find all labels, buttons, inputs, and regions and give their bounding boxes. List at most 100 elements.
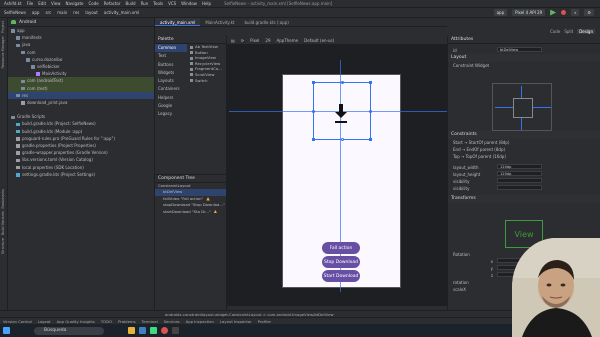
attribute-value-field[interactable] [497, 178, 542, 183]
breadcrumb-1[interactable]: app [32, 10, 40, 15]
file-explorer-icon[interactable] [128, 327, 135, 334]
project-tree-item[interactable]: Gradle Scripts [8, 113, 154, 120]
device-preview-select[interactable]: Pixel [250, 38, 259, 43]
bottom-tool-button[interactable]: App Quality Insights [57, 319, 95, 324]
palette-category[interactable]: Google [155, 102, 187, 110]
transforms-section[interactable]: Transforms [448, 195, 600, 203]
warning-icon[interactable] [206, 197, 210, 201]
resize-handle[interactable] [369, 138, 372, 141]
project-tree-item[interactable] [8, 106, 154, 113]
android-studio-icon[interactable] [150, 327, 157, 334]
project-view-select[interactable]: Android [19, 20, 36, 25]
project-tree-item[interactable]: MainActivity [8, 70, 154, 77]
terminal-icon[interactable] [172, 327, 179, 334]
menu-help[interactable]: Help [202, 1, 211, 6]
run-icon[interactable] [550, 9, 557, 16]
breadcrumb-2[interactable]: src [45, 10, 51, 15]
attribute-value-field[interactable]: 120dp [497, 171, 542, 176]
windows-start-icon[interactable] [3, 327, 10, 334]
palette-category[interactable]: Common [155, 44, 187, 53]
tab-activity-main[interactable]: activity_main.xml [155, 18, 201, 26]
menu-file[interactable]: File [27, 1, 34, 6]
palette-category[interactable]: Widgets [155, 69, 187, 77]
resize-handle[interactable] [369, 81, 372, 84]
settings-icon[interactable]: ⚙ [584, 9, 594, 16]
tool-tab-bookmarks[interactable]: Bookmarks [1, 189, 5, 209]
project-tree-item[interactable]: download_print.java [8, 99, 154, 106]
menu-vcs[interactable]: VCS [168, 1, 176, 6]
bottom-tool-button[interactable]: Version Control [3, 319, 32, 324]
api-select[interactable]: 29 [265, 38, 270, 43]
menu-view[interactable]: View [51, 1, 61, 6]
bottom-tool-button[interactable]: Logcat [38, 319, 51, 324]
palette-category[interactable]: Buttons [155, 61, 187, 69]
layers-icon[interactable]: ▤ [231, 38, 235, 43]
palette-category[interactable]: Text [155, 52, 187, 60]
split-view-button[interactable]: Split [564, 29, 573, 34]
start-download-button[interactable]: Start Download [322, 270, 360, 282]
constraint-end[interactable]: End → EndOf parent (8dp) [448, 146, 600, 153]
attribute-value-field[interactable]: 120dp [497, 164, 542, 169]
tool-tab-build-variants[interactable]: Build Variants [1, 211, 5, 235]
project-tree-item[interactable]: local.properties (SDK Location) [8, 164, 154, 171]
theme-select[interactable]: AppTheme [277, 38, 299, 43]
constraint-anchor[interactable] [312, 110, 315, 113]
project-tree-item[interactable]: curso.dozonibo [8, 56, 154, 63]
tab-main-activity[interactable]: MainActivity.kt [200, 18, 239, 26]
project-tree-item[interactable]: build.gradle.kts (Module :app) [8, 128, 154, 135]
design-view-button[interactable]: Design [577, 29, 595, 34]
tab-build-gradle[interactable]: build.gradle.kts (:app) [239, 18, 293, 26]
palette-category[interactable]: Helpers [155, 94, 187, 102]
orientation-icon[interactable]: ⟳ [241, 38, 244, 43]
menu-edit[interactable]: Edit [38, 1, 46, 6]
resize-handle[interactable] [312, 138, 315, 141]
tool-tab-resource-manager[interactable]: Resource Manager [1, 36, 5, 69]
breadcrumb-3[interactable]: main [57, 10, 67, 15]
bottom-tool-button[interactable]: TODO [101, 319, 112, 324]
warning-icon[interactable] [213, 209, 218, 214]
module-select[interactable]: app [493, 9, 508, 16]
project-tree-item[interactable]: res [8, 91, 154, 99]
id-field[interactable]: btDelView [497, 47, 542, 52]
menu-code[interactable]: Code [88, 1, 98, 6]
palette-item[interactable]: Switch [188, 78, 227, 84]
constraint-widget[interactable] [492, 83, 552, 131]
project-tree-item[interactable]: selfiebicker [8, 63, 154, 70]
breadcrumb-4[interactable]: res [73, 10, 79, 15]
debug-icon[interactable] [561, 10, 567, 15]
breadcrumb-6[interactable]: activity_main.xml [104, 10, 139, 15]
palette-category[interactable]: Containers [155, 85, 187, 93]
browser-icon[interactable] [139, 327, 146, 334]
project-tree-item[interactable]: build.gradle.kts (Project: SelfieNews) [8, 120, 154, 127]
fall-action-button[interactable]: Fall action [322, 242, 360, 254]
app-label[interactable]: Ashifd.kt [4, 1, 22, 6]
menu-run[interactable]: Run [141, 1, 149, 6]
project-tree-item[interactable]: java [8, 41, 154, 48]
locale-select[interactable]: Default (en-us) [304, 38, 334, 43]
code-view-button[interactable]: Code [550, 29, 560, 34]
tool-tab-project[interactable]: Project [1, 21, 5, 33]
device-select[interactable]: Pixel 4 API 29 [512, 9, 546, 16]
breadcrumb-5[interactable]: layout [85, 10, 97, 15]
bottom-tool-button[interactable]: Services [164, 319, 180, 324]
project-tree-item[interactable]: com (androidTest) [8, 77, 154, 85]
constraint-anchor[interactable] [369, 110, 372, 113]
taskbar-search-input[interactable]: Búsqueda [34, 326, 104, 335]
bottom-tool-button[interactable]: Terminal [142, 319, 158, 324]
project-tree-item[interactable]: proguard-rules.pro (ProGuard Rules for "… [8, 135, 154, 142]
bottom-tool-button[interactable]: Profiler [258, 319, 271, 324]
bottom-tool-button[interactable]: App Inspection [186, 319, 214, 324]
stop-download-button[interactable]: Stop Download [322, 256, 360, 268]
constraint-start[interactable]: Start → StartOf parent (8dp) [448, 139, 600, 146]
project-tree-item[interactable]: app [8, 27, 154, 34]
bottom-tool-button[interactable]: Problems [118, 319, 136, 324]
project-tree-item[interactable]: settings.gradle.kts (Project Settings) [8, 171, 154, 178]
menu-tools[interactable]: Tools [153, 1, 163, 6]
project-tree-item[interactable]: gradle-wrapper.properties (Gradle Versio… [8, 149, 154, 156]
palette-category[interactable]: Layouts [155, 77, 187, 85]
constraints-section[interactable]: Constraints [448, 131, 600, 139]
component-tree-item[interactable]: startDownload "Sta Dr..." [155, 209, 226, 215]
palette-category[interactable]: Legacy [155, 110, 187, 118]
bottom-tool-button[interactable]: Layout Inspector [220, 319, 252, 324]
breadcrumb-0[interactable]: SelfieNews [4, 10, 26, 15]
